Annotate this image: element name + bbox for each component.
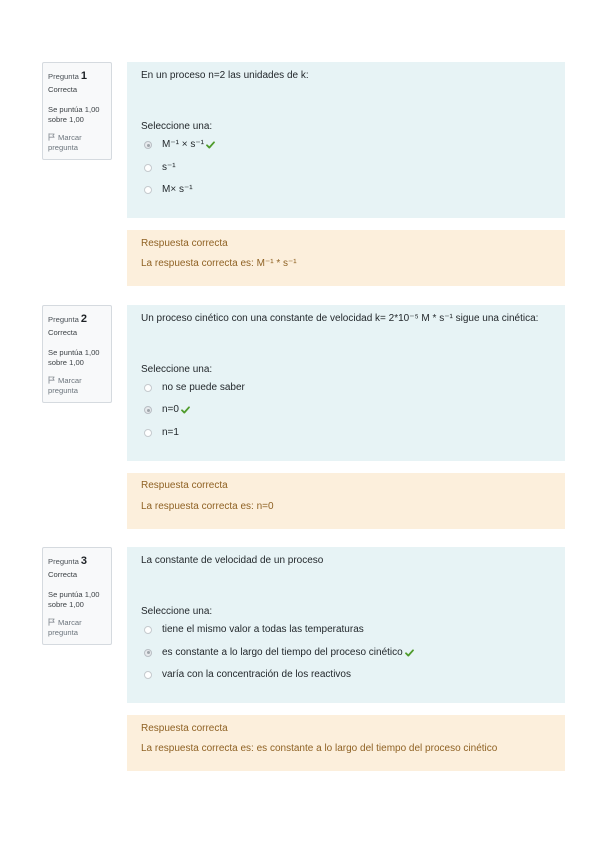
question-text: La constante de velocidad de un proceso xyxy=(141,555,324,566)
flag-icon xyxy=(48,133,55,141)
flag-icon xyxy=(48,618,55,626)
flag-question-link[interactable]: Marcar pregunta xyxy=(48,376,106,396)
answer-option: s⁻¹ xyxy=(141,157,551,180)
question-state: Correcta xyxy=(48,85,78,94)
question-state: Correcta xyxy=(48,327,78,337)
answer-prompt: Seleccione una: xyxy=(141,121,213,132)
flag-question-link[interactable]: Marcar pregunta xyxy=(48,133,106,153)
answer-radio[interactable] xyxy=(144,648,152,657)
quiz-review: Pregunta 1 Correcta Se puntúa 1,00 sobre … xyxy=(42,62,565,790)
answer-radio[interactable] xyxy=(144,671,152,680)
answer-label: s⁻¹ xyxy=(162,161,176,173)
check-icon xyxy=(181,406,190,414)
answer-option: n=0 xyxy=(141,399,551,422)
question-info: Pregunta 2 Correcta Se puntúa 1,00 sobre … xyxy=(42,304,112,403)
answer-label: n=0 xyxy=(162,404,179,416)
answer-radio[interactable] xyxy=(144,406,152,415)
question-info: Pregunta 1 Correcta Se puntúa 1,00 sobre … xyxy=(42,62,112,160)
check-icon xyxy=(206,141,215,149)
answer-label: tiene el mismo valor a todas las tempera… xyxy=(162,624,364,636)
question-grade: Se puntúa 1,00 sobre 1,00 xyxy=(48,347,100,367)
question-number: Pregunta 3 xyxy=(48,554,106,568)
answer-radio[interactable] xyxy=(144,626,152,635)
answer-option: n=1 xyxy=(141,422,551,445)
question-block: Pregunta 2 Correcta Se puntúa 1,00 sobre … xyxy=(42,304,565,529)
answer-list: M⁻¹ × s⁻¹ s⁻¹ M× s⁻¹ xyxy=(141,134,551,202)
question-formulation: En un proceso n=2 las unidades de k: Sel… xyxy=(127,62,565,218)
answer-radio[interactable] xyxy=(144,428,152,437)
question-block: Pregunta 1 Correcta Se puntúa 1,00 sobre … xyxy=(42,62,565,286)
answer-label: varía con la concentración de los reacti… xyxy=(162,669,351,681)
question-number: Pregunta 1 xyxy=(48,69,106,83)
question-feedback: Respuesta correcta La respuesta correcta… xyxy=(127,230,565,286)
question-number: Pregunta 2 xyxy=(48,312,106,326)
answer-label: n=1 xyxy=(162,426,179,438)
answer-radio[interactable] xyxy=(144,383,152,392)
question-number-value: 3 xyxy=(80,555,87,567)
answer-option: varía con la concentración de los reacti… xyxy=(141,664,551,687)
question-number-label: Pregunta xyxy=(48,72,79,81)
feedback-right-answer: La respuesta correcta es: n=0 xyxy=(141,500,274,512)
question-number-value: 2 xyxy=(80,312,87,325)
answer-list: tiene el mismo valor a todas las tempera… xyxy=(141,619,551,687)
answer-label: M× s⁻¹ xyxy=(162,184,193,196)
question-number-value: 1 xyxy=(80,70,87,82)
answer-radio[interactable] xyxy=(144,163,152,172)
answer-label: es constante a lo largo del tiempo del p… xyxy=(162,646,403,658)
flag-question-link[interactable]: Marcar pregunta xyxy=(48,618,106,638)
answer-list: no se puede saber n=0 n=1 xyxy=(141,377,551,445)
feedback-status: Respuesta correcta xyxy=(141,480,228,491)
question-info: Pregunta 3 Correcta Se puntúa 1,00 sobre … xyxy=(42,547,112,645)
flag-icon xyxy=(48,375,55,384)
feedback-status: Respuesta correcta xyxy=(141,237,228,249)
question-state: Correcta xyxy=(48,570,78,579)
question-block: Pregunta 3 Correcta Se puntúa 1,00 sobre … xyxy=(42,547,565,771)
answer-option: no se puede saber xyxy=(141,377,551,400)
feedback-right-answer: La respuesta correcta es: es constante a… xyxy=(141,743,498,754)
answer-label: M⁻¹ × s⁻¹ xyxy=(162,139,204,151)
answer-option: es constante a lo largo del tiempo del p… xyxy=(141,642,551,665)
feedback-right-answer: La respuesta correcta es: M⁻¹ * s⁻¹ xyxy=(141,258,297,269)
question-grade: Se puntúa 1,00 sobre 1,00 xyxy=(48,590,100,609)
question-feedback: Respuesta correcta La respuesta correcta… xyxy=(127,715,565,771)
answer-prompt: Seleccione una: xyxy=(141,363,213,375)
feedback-status: Respuesta correcta xyxy=(141,722,228,734)
answer-option: tiene el mismo valor a todas las tempera… xyxy=(141,619,551,642)
answer-prompt: Seleccione una: xyxy=(141,606,213,617)
question-text: En un proceso n=2 las unidades de k: xyxy=(141,70,309,81)
question-formulation: Un proceso cinético con una constante de… xyxy=(127,304,565,461)
answer-label: no se puede saber xyxy=(162,381,245,393)
answer-option: M⁻¹ × s⁻¹ xyxy=(141,134,551,157)
question-feedback: Respuesta correcta La respuesta correcta… xyxy=(127,472,565,529)
answer-option: M× s⁻¹ xyxy=(141,179,551,202)
answer-radio[interactable] xyxy=(144,186,152,195)
question-grade: Se puntúa 1,00 sobre 1,00 xyxy=(48,105,100,124)
question-text: Un proceso cinético con una constante de… xyxy=(141,312,539,324)
check-icon xyxy=(404,649,414,657)
question-number-label: Pregunta xyxy=(48,314,79,324)
question-number-label: Pregunta xyxy=(48,557,79,566)
answer-radio[interactable] xyxy=(144,141,152,150)
question-formulation: La constante de velocidad de un proceso … xyxy=(127,547,565,703)
